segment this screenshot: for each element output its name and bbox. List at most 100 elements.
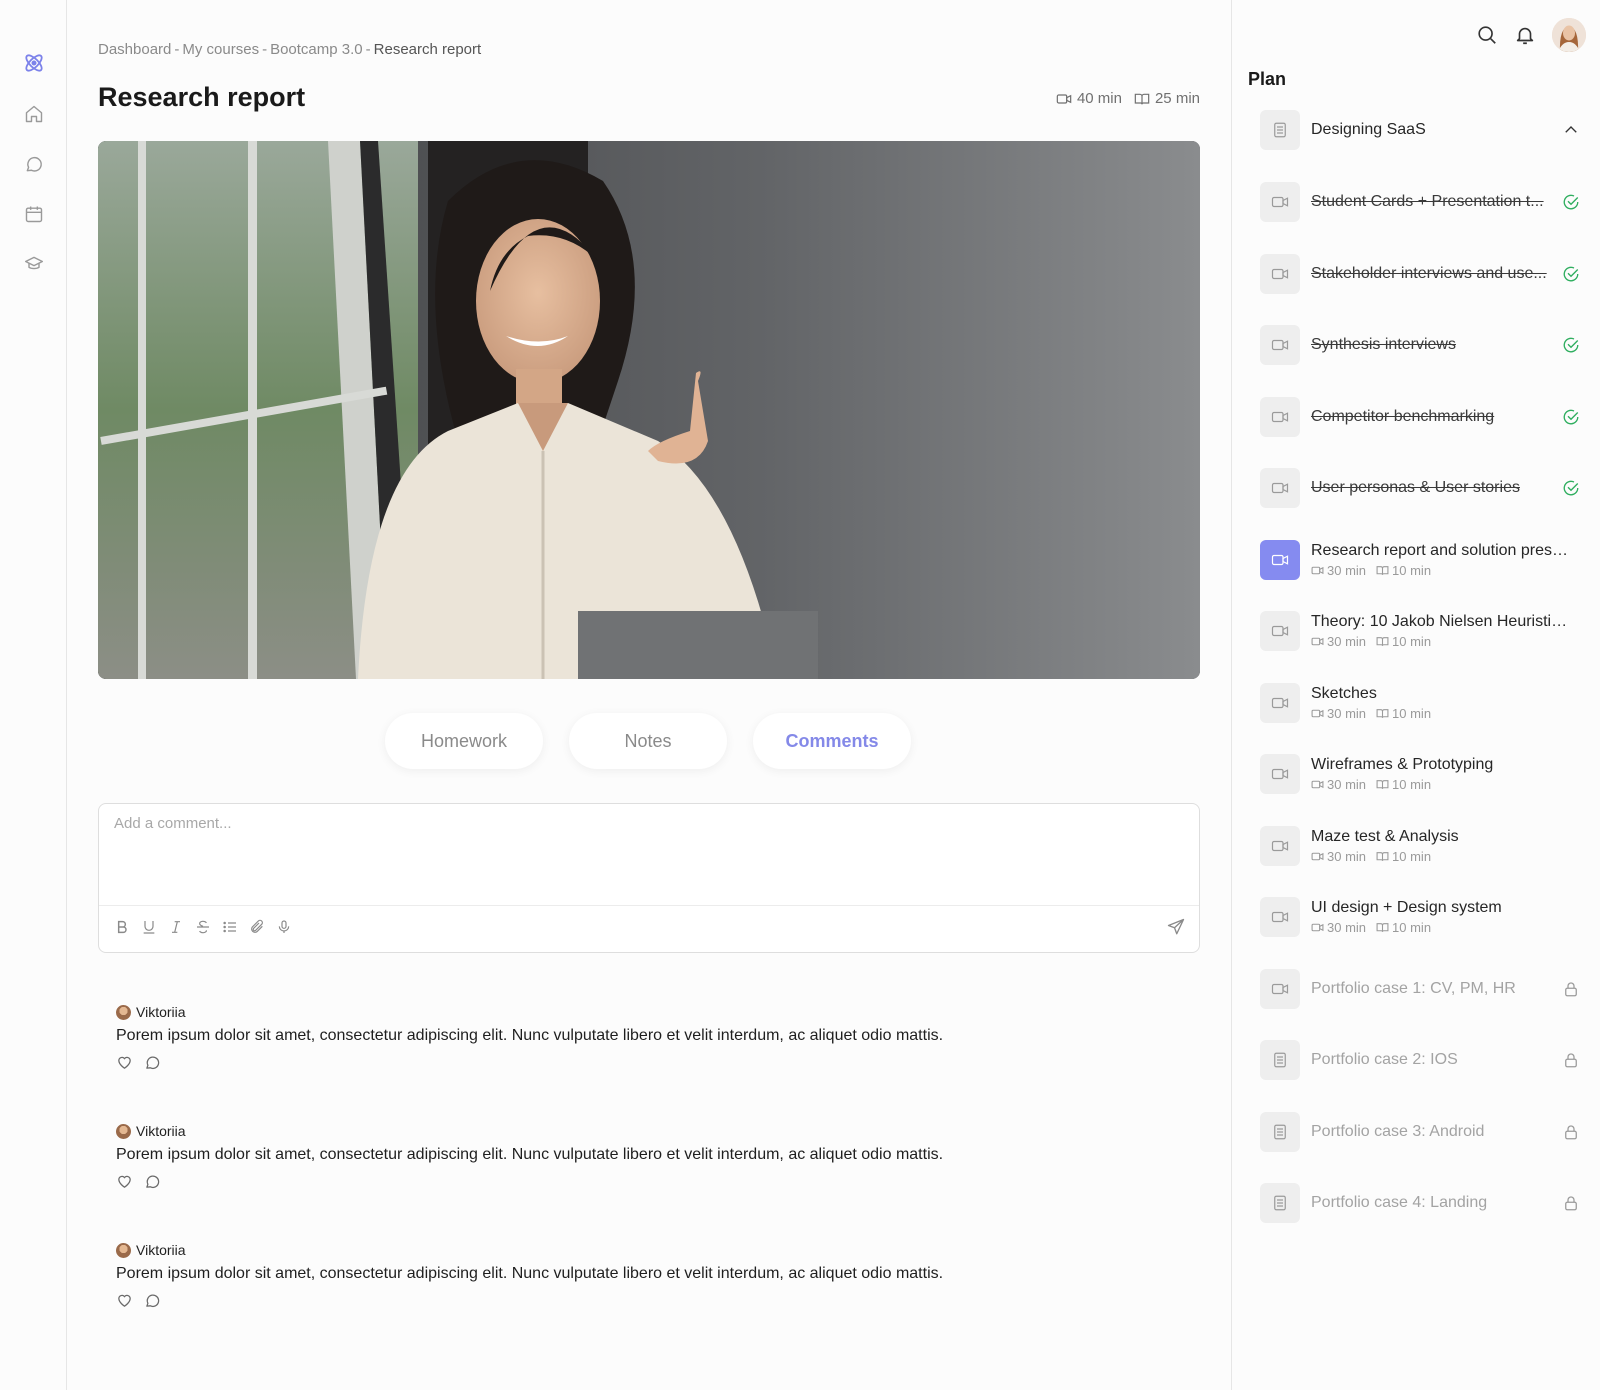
formatting-toolbar xyxy=(113,918,293,936)
book-icon xyxy=(1134,93,1150,104)
send-icon[interactable] xyxy=(1167,918,1185,936)
breadcrumb-current: Research report xyxy=(373,41,482,58)
plan-item-title: Portfolio case 1: CV, PM, HR xyxy=(1311,980,1516,997)
underline-icon[interactable] xyxy=(140,918,158,936)
check-circle-icon xyxy=(1563,337,1579,353)
video-icon xyxy=(1311,709,1324,718)
user-avatar[interactable] xyxy=(1552,18,1586,52)
italic-icon[interactable] xyxy=(167,918,185,936)
reading-duration: 10 min xyxy=(1376,706,1431,721)
plan-item[interactable]: Theory: 10 Jakob Nielsen Heuristics... 3… xyxy=(1260,611,1580,651)
plan-item[interactable]: UI design + Design system 30 min 10 min xyxy=(1260,897,1580,937)
plan-item[interactable]: Competitor benchmarking xyxy=(1260,397,1580,437)
reading-duration: 10 min xyxy=(1376,563,1431,578)
comment-item: Viktoriia Porem ipsum dolor sit amet, co… xyxy=(116,1242,1116,1309)
plan-item[interactable]: Sketches 30 min 10 min xyxy=(1260,683,1580,723)
plan-item-title: User personas & User stories xyxy=(1311,479,1520,496)
tab-comments[interactable]: Comments xyxy=(753,713,911,769)
video-icon xyxy=(1260,969,1300,1009)
heart-icon[interactable] xyxy=(116,1173,133,1190)
plan-item-meta: 30 min 10 min xyxy=(1311,634,1573,649)
plan-item[interactable]: Synthesis interviews xyxy=(1260,325,1580,365)
video-duration: 30 min xyxy=(1311,849,1366,864)
tab-notes[interactable]: Notes xyxy=(569,713,727,769)
plan-item-title: Research report and solution prese... xyxy=(1311,542,1573,559)
plan-item[interactable]: Research report and solution prese... 30… xyxy=(1260,540,1580,580)
document-icon xyxy=(1260,1112,1300,1152)
plan-item-meta: 30 min 10 min xyxy=(1311,563,1573,578)
video-icon xyxy=(1260,182,1300,222)
plan-item-reading-duration: 10 min xyxy=(1392,634,1432,649)
bullet-list-icon[interactable] xyxy=(221,918,239,936)
reply-icon[interactable] xyxy=(144,1054,161,1071)
plan-title: Plan xyxy=(1248,69,1287,89)
microphone-icon[interactable] xyxy=(275,918,293,936)
comment-input[interactable] xyxy=(99,804,1199,906)
plan-item[interactable]: Stakeholder interviews and use... xyxy=(1260,254,1580,294)
video-icon xyxy=(1260,325,1300,365)
strikethrough-icon[interactable] xyxy=(194,918,212,936)
video-icon xyxy=(1260,254,1300,294)
calendar-icon[interactable] xyxy=(21,201,47,227)
plan-item-title: Stakeholder interviews and use... xyxy=(1311,265,1547,282)
lock-icon xyxy=(1565,982,1577,997)
plan-item-video-duration: 30 min xyxy=(1327,634,1367,649)
tab-homework[interactable]: Homework xyxy=(385,713,543,769)
video-icon xyxy=(1260,897,1300,937)
breadcrumb-link-bootcamp[interactable]: Bootcamp 3.0 xyxy=(270,41,363,58)
video-icon xyxy=(1260,826,1300,866)
plan-item-title: Portfolio case 4: Landing xyxy=(1311,1194,1488,1211)
video-icon xyxy=(1056,93,1072,104)
plan-item[interactable]: Maze test & Analysis 30 min 10 min xyxy=(1260,826,1580,866)
video-frame-image xyxy=(98,141,1200,679)
lock-icon xyxy=(1565,1053,1577,1068)
plan-item[interactable]: Student Cards + Presentation t... xyxy=(1260,182,1580,222)
video-icon xyxy=(1260,683,1300,723)
home-icon[interactable] xyxy=(21,101,47,127)
reply-icon[interactable] xyxy=(144,1292,161,1309)
plan-item-video-duration: 30 min xyxy=(1327,849,1367,864)
plan-item[interactable]: Wireframes & Prototyping 30 min 10 min xyxy=(1260,754,1580,794)
comment-author: Viktoriia xyxy=(136,1123,186,1139)
chevron-up-icon[interactable] xyxy=(1562,121,1580,139)
heart-icon[interactable] xyxy=(116,1054,133,1071)
video-duration: 30 min xyxy=(1311,777,1366,792)
graduation-cap-icon[interactable] xyxy=(21,251,47,277)
video-icon xyxy=(1260,754,1300,794)
chat-icon[interactable] xyxy=(21,151,47,177)
plan-item-title: Theory: 10 Jakob Nielsen Heuristics... xyxy=(1311,613,1573,630)
lock-icon xyxy=(1565,1125,1577,1140)
document-icon xyxy=(1260,1040,1300,1080)
header-actions xyxy=(1476,18,1586,52)
plan-item-title: Sketches xyxy=(1311,685,1377,702)
video-player[interactable] xyxy=(98,141,1200,679)
reading-duration-text: 25 min xyxy=(1154,90,1200,107)
document-icon xyxy=(1260,1183,1300,1223)
breadcrumb-link-dashboard[interactable]: Dashboard xyxy=(98,41,171,58)
bold-icon[interactable] xyxy=(113,918,131,936)
plan-item-reading-duration: 10 min xyxy=(1392,706,1432,721)
comment-author: Viktoriia xyxy=(136,1242,186,1258)
plan-item-video-duration: 30 min xyxy=(1327,777,1367,792)
book-icon xyxy=(1376,566,1389,575)
plan-item: Portfolio case 3: Android xyxy=(1260,1112,1580,1152)
book-icon xyxy=(1376,780,1389,789)
document-icon xyxy=(1260,110,1300,150)
breadcrumb-separator: - xyxy=(365,41,371,58)
plan-section-header[interactable]: Designing SaaS xyxy=(1260,110,1580,150)
search-icon[interactable] xyxy=(1476,24,1498,46)
breadcrumb-link-my-courses[interactable]: My courses xyxy=(182,41,259,58)
bell-icon[interactable] xyxy=(1514,24,1536,46)
comment-text: Porem ipsum dolor sit amet, consectetur … xyxy=(116,1027,944,1044)
page-title: Research report xyxy=(98,82,306,112)
reading-duration: 10 min xyxy=(1376,634,1431,649)
video-icon xyxy=(1260,540,1300,580)
check-circle-icon xyxy=(1563,194,1579,210)
atom-logo-icon[interactable] xyxy=(21,50,47,76)
attachment-icon[interactable] xyxy=(248,918,266,936)
comment-item: Viktoriia Porem ipsum dolor sit amet, co… xyxy=(116,1123,1116,1190)
heart-icon[interactable] xyxy=(116,1292,133,1309)
plan-item[interactable]: User personas & User stories xyxy=(1260,468,1580,508)
reply-icon[interactable] xyxy=(144,1173,161,1190)
plan-item-video-duration: 30 min xyxy=(1327,706,1367,721)
